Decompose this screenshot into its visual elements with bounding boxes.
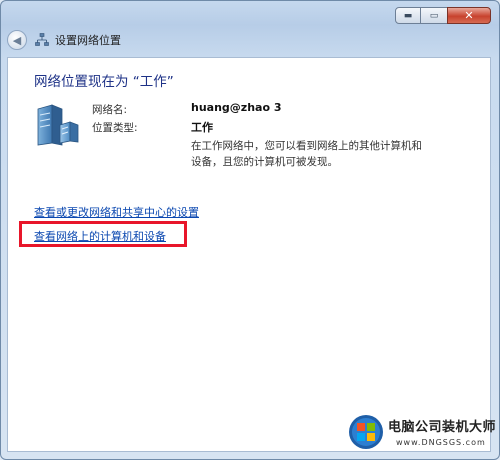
location-description: 在工作网络中，您可以看到网络上的其他计算机和设备，且您的计算机可被发现。 — [191, 140, 422, 168]
watermark: 电脑公司装机大师 www.DNGSGS.com — [340, 408, 500, 460]
dialog-window: ▬ ▭ ✕ ◀ 设置网络位置 网络位置现在为 “工作” 网络名: huang@z… — [0, 0, 500, 460]
network-name-label: 网络名: — [92, 104, 128, 116]
content-pane: 网络位置现在为 “工作” 网络名: huang@zhao 3 位置类型: 工作 … — [7, 57, 491, 452]
window-title: 设置网络位置 — [55, 34, 121, 47]
maximize-button[interactable]: ▭ — [421, 7, 447, 24]
location-type-label: 位置类型: — [92, 122, 138, 134]
minimize-button[interactable]: ▬ — [395, 7, 421, 24]
network-icon — [35, 33, 49, 46]
highlight-box — [19, 221, 187, 247]
page-heading: 网络位置现在为 “工作” — [34, 74, 174, 90]
network-name-value: huang@zhao 3 — [191, 101, 282, 114]
back-arrow-icon: ◀ — [12, 33, 22, 47]
navigation-bar: ◀ 设置网络位置 — [7, 28, 493, 52]
caption-buttons: ▬ ▭ ✕ — [395, 7, 491, 24]
location-type-value: 工作 — [191, 121, 213, 134]
sharing-center-link[interactable]: 查看或更改网络和共享中心的设置 — [34, 204, 199, 220]
close-button[interactable]: ✕ — [447, 7, 491, 24]
server-icon — [37, 104, 79, 146]
watermark-url: www.DNGSGS.com — [396, 438, 486, 447]
watermark-title: 电脑公司装机大师 — [388, 420, 497, 435]
windows-logo-icon — [349, 415, 383, 449]
back-button[interactable]: ◀ — [7, 30, 27, 50]
